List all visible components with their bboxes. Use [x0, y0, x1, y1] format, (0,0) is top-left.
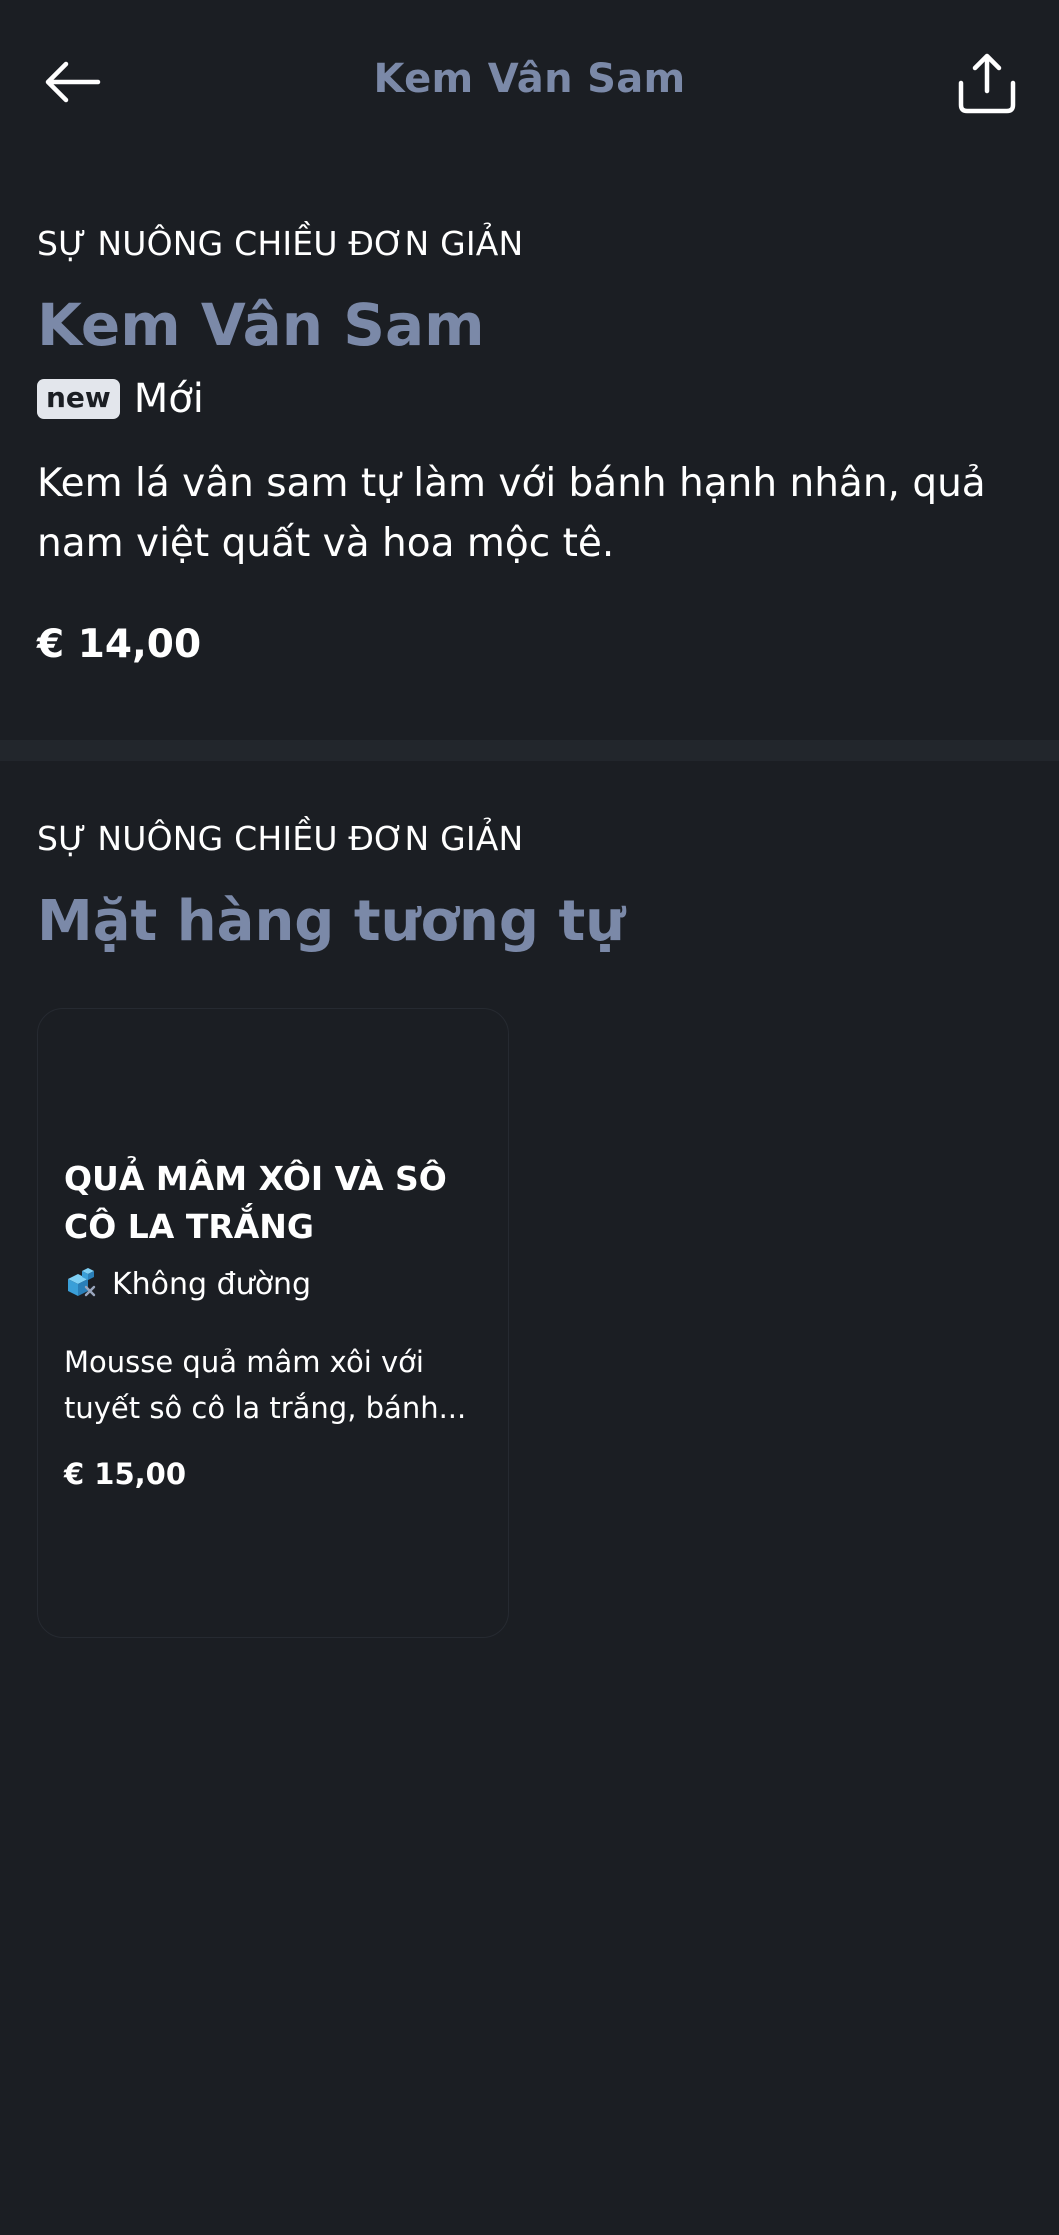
- product-price: € 14,00: [37, 622, 202, 667]
- product-category: SỰ NUÔNG CHIỀU ĐƠN GIẢN: [37, 224, 524, 263]
- similar-title: Mặt hàng tương tự: [37, 889, 626, 954]
- share-button[interactable]: [948, 46, 1026, 124]
- similar-item-tag-label: Không đường: [112, 1267, 312, 1302]
- product-description: Kem lá vân sam tự làm với bánh hạnh nhân…: [37, 461, 986, 566]
- new-badge: new: [37, 379, 120, 419]
- similar-category: SỰ NUÔNG CHIỀU ĐƠN GIẢN: [37, 819, 524, 858]
- similar-item-tag: Không đường: [64, 1265, 311, 1304]
- similar-item-description: Mousse quả mâm xôi với tuyết sô cô la tr…: [64, 1345, 467, 1425]
- similar-item-price: € 15,00: [64, 1457, 187, 1491]
- product-detail: SỰ NUÔNG CHIỀU ĐƠN GIẢN Kem Vân Sam new …: [37, 220, 1017, 667]
- page-title: Kem Vân Sam: [373, 56, 686, 102]
- top-bar: Kem Vân Sam: [0, 0, 1059, 170]
- badge-label: Mới: [133, 376, 204, 422]
- badge-row: new Mới: [37, 374, 1017, 424]
- similar-items-section: SỰ NUÔNG CHIỀU ĐƠN GIẢN Mặt hàng tương t…: [37, 815, 1017, 955]
- product-name: Kem Vân Sam: [37, 291, 485, 359]
- share-icon: [955, 51, 1019, 120]
- similar-item-name: QUẢ MÂM XÔI VÀ SÔ CÔ LA TRẮNG: [64, 1159, 447, 1246]
- sugar-free-icon: [64, 1265, 98, 1304]
- section-divider: [0, 740, 1059, 761]
- similar-item-card[interactable]: QUẢ MÂM XÔI VÀ SÔ CÔ LA TRẮNG Không đườn…: [37, 1008, 509, 1638]
